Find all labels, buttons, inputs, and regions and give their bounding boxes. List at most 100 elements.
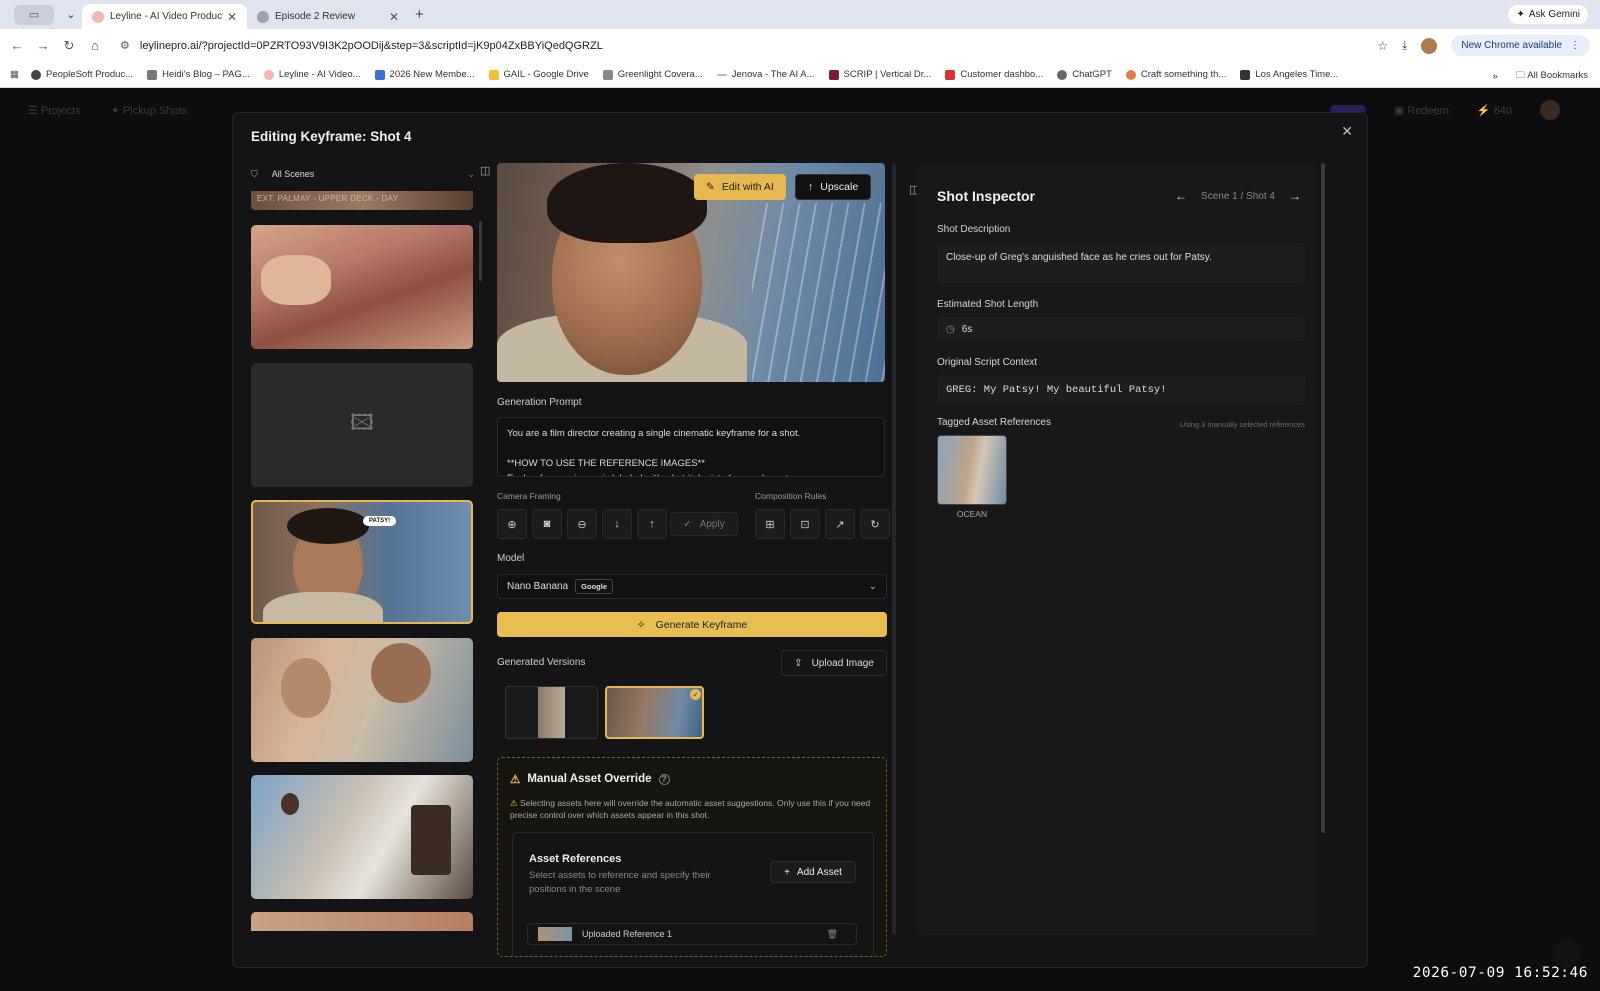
override-title: ⚠ Manual Asset Override ? [510,772,670,786]
nav-projects[interactable]: ☰ Projects [28,104,81,117]
inspector-scrollbar[interactable] [1321,163,1325,833]
profile-avatar[interactable] [1421,37,1438,54]
browser-tab-episode[interactable]: Episode 2 Review ✕ [247,4,409,29]
deck-railing-shape [752,203,885,382]
apply-button[interactable]: ✓ Apply [670,512,738,536]
arrow-up-icon: ↑ [808,181,814,193]
manual-asset-override-panel: ⚠ Manual Asset Override ? ⚠ Selecting as… [497,757,887,957]
new-tab-icon[interactable]: + [415,6,424,23]
arrow-left-icon[interactable]: ← [1175,189,1187,203]
all-bookmarks-label: All Bookmarks [1527,70,1588,81]
tab-search-chevron-icon[interactable]: ⌄ [60,4,82,26]
generation-prompt-label: Generation Prompt [497,397,582,408]
bookmark-item[interactable]: PeopleSoft Produc... [30,69,133,80]
center-scrollbar[interactable] [892,163,896,935]
thumbnail-scrollbar[interactable] [479,221,482,281]
shot-thumbnail-5[interactable] [251,775,473,899]
shot-thumbnail-empty[interactable]: 🖾 [251,363,473,487]
drive-icon [488,69,499,80]
grid-icon[interactable]: ⊞ [755,509,785,539]
bookmark-item[interactable]: Leyline - AI Video... [263,69,361,80]
bookmark-item[interactable]: Customer dashbo... [945,69,1043,80]
rotate-icon[interactable]: ↻ [860,509,890,539]
upscale-label: Upscale [820,181,859,193]
bookmark-item[interactable]: ChatGPT [1057,69,1112,80]
arrow-right-icon[interactable]: → [1289,189,1301,203]
trash-icon[interactable]: 🗑 [827,929,838,940]
close-tab-icon[interactable]: ✕ [227,10,237,24]
clock-icon: ◷ [946,323,955,335]
zoom-in-icon[interactable]: ⊕ [497,509,527,539]
chrome-update-button[interactable]: New Chrome available ⋮ [1451,35,1590,56]
trend-icon[interactable]: ↗ [825,509,855,539]
upload-image-button[interactable]: ⇪ Upload Image [781,650,887,676]
generated-version-1[interactable] [505,686,598,739]
browser-tab-leyline[interactable]: Leyline - AI Video Production ✕ [82,4,247,29]
user-avatar[interactable] [1540,100,1560,120]
face-shape [281,658,331,718]
scene-filter-select[interactable]: All Scenes ⌄ [266,164,481,184]
shot-thumbnail-4[interactable] [251,638,473,762]
shot-thumbnail-1[interactable] [251,225,473,349]
tilt-up-icon[interactable]: ↑ [637,509,667,539]
more-bookmarks-icon[interactable]: » [1492,71,1497,82]
download-icon[interactable]: ⤓ [1402,38,1407,53]
edit-with-ai-button[interactable]: ✎ Edit with AI [694,174,786,200]
bookmark-item[interactable]: GAIL - Google Drive [488,69,589,80]
bookmark-label: Craft something th... [1140,69,1227,80]
bookmark-item[interactable]: Heidi's Blog – PAG... [147,69,250,80]
generated-version-2[interactable]: ✓ [605,686,704,739]
nav-pickup-shots[interactable]: ✦ Pickup Shots [111,104,187,117]
add-asset-button[interactable]: + Add Asset [770,861,856,883]
tab-strip-icon[interactable]: ▭ [14,4,54,25]
bookmark-favicon-icon [828,69,839,80]
bookmark-item[interactable]: Greenlight Covera... [602,69,703,80]
bookmark-star-icon[interactable]: ☆ [1377,39,1388,53]
back-icon[interactable]: ← [4,38,30,53]
more-menu-icon[interactable]: ⋮ [1570,40,1580,51]
reload-icon[interactable]: ↻ [56,38,82,54]
tagged-asset-thumbnail[interactable] [937,435,1007,505]
generate-keyframe-label: Generate Keyframe [655,618,748,631]
hair-shape [547,163,707,243]
bookmark-item[interactable]: 2026 New Membe... [374,69,475,80]
generate-keyframe-button[interactable]: ✧ Generate Keyframe [497,612,887,637]
bookmark-item[interactable]: SCRIP | Vertical Dr... [828,69,931,80]
bookmark-label: Jenova - The AI A... [731,69,815,80]
url-field[interactable]: ⚙ leylinepro.ai/?projectId=0PZRTO93V9I3K… [120,35,1365,56]
bookmark-item[interactable]: Jenova - The AI A... [716,69,815,80]
zoom-out-icon[interactable]: ⊖ [567,509,597,539]
home-icon[interactable]: ⌂ [82,38,108,53]
chat-support-button[interactable] [1552,940,1580,968]
sidebar-collapse-icon[interactable]: ◫ [480,164,490,177]
upscale-button[interactable]: ↑ Upscale [795,174,872,200]
bookmark-label: GAIL - Google Drive [503,69,589,80]
shot-navigation: ← Scene 1 / Shot 4 → [1175,189,1301,203]
scene-strip-thumbnail[interactable]: EXT. PALMAY - UPPER DECK - DAY [251,191,473,210]
help-icon[interactable]: ? [658,773,670,785]
asset-reference-item[interactable]: Uploaded Reference 1 🗑 [527,923,857,945]
bookmark-item[interactable]: Craft something th... [1125,69,1227,80]
tagged-asset-name: OCEAN [956,509,988,519]
nav-redeem[interactable]: ▣ Redeem [1394,104,1449,117]
tilt-down-icon[interactable]: ↓ [602,509,632,539]
all-bookmarks-folder[interactable]: 🗀 All Bookmarks [1516,68,1588,84]
shot-length-field[interactable]: ◷ 6s [937,317,1305,341]
close-tab-icon[interactable]: ✕ [389,10,399,24]
ask-gemini-button[interactable]: ✦ Ask Gemini [1508,5,1588,24]
shot-length-label: Estimated Shot Length [937,299,1039,310]
apps-grid-icon[interactable]: ▦ [10,69,19,80]
shot-thumbnail-selected[interactable]: PATSY! [251,500,473,624]
model-select[interactable]: Nano Banana Google ⌄ [497,574,887,599]
model-label: Model [497,553,525,564]
bookmark-item[interactable]: Los Angeles Time... [1240,69,1338,80]
close-icon[interactable]: ✕ [1341,123,1353,140]
generation-prompt-textarea[interactable]: You are a film director creating a singl… [497,417,885,477]
camera-icon[interactable]: ◙ [532,509,562,539]
center-frame-icon[interactable]: ⊡ [790,509,820,539]
shot-description-field[interactable]: Close-up of Greg's anguished face as he … [937,243,1305,283]
shot-thumbnail-6[interactable] [251,912,473,931]
forward-icon[interactable]: → [30,38,56,53]
site-settings-icon[interactable]: ⚙ [120,39,130,52]
override-title-text: Manual Asset Override [527,773,652,785]
